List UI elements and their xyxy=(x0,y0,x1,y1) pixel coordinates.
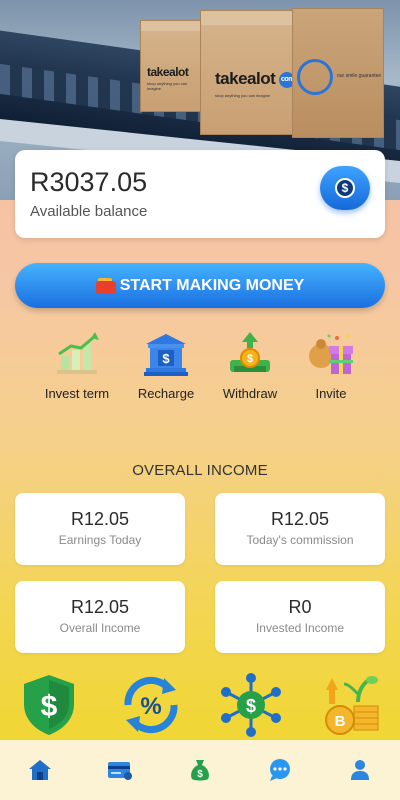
box-brand-small: takealot xyxy=(147,65,189,79)
balance-card: R3037.05 Available balance $ xyxy=(15,150,385,238)
action-recharge[interactable]: $ Recharge xyxy=(121,330,211,401)
svg-text:$: $ xyxy=(246,696,256,716)
svg-text:B: B xyxy=(335,713,346,730)
chat-icon xyxy=(270,759,290,781)
stat-label: Today's commission xyxy=(246,533,354,547)
box-brand-large: takealot com xyxy=(215,69,296,89)
nav-chat[interactable] xyxy=(260,750,300,790)
home-icon xyxy=(29,760,51,780)
nav-profile[interactable] xyxy=(340,750,380,790)
user-icon xyxy=(351,760,369,780)
action-label: Invite xyxy=(315,386,347,401)
stat-label: Overall Income xyxy=(59,621,141,635)
svg-text:$: $ xyxy=(162,351,170,366)
action-label: Withdraw xyxy=(222,386,278,401)
parcel-box-right: our smile guarantee xyxy=(292,8,384,138)
svg-text:$: $ xyxy=(197,769,203,780)
action-label: Invest term xyxy=(44,386,110,401)
start-button-label: START MAKING MONEY xyxy=(119,276,305,294)
balance-amount: R3037.05 xyxy=(30,167,148,197)
nav-card[interactable] xyxy=(100,750,140,790)
stat-value: R12.05 xyxy=(70,509,130,529)
gift-icon xyxy=(307,330,355,378)
money-bag-icon: $ xyxy=(191,760,209,781)
dollar-network-icon[interactable]: $ xyxy=(218,672,284,738)
box-tagline-large: shop anything you can imagine xyxy=(215,93,271,98)
stat-value: R0 xyxy=(288,597,312,617)
svg-text:$: $ xyxy=(247,353,253,365)
start-making-money-button[interactable]: START MAKING MONEY xyxy=(15,263,385,308)
stat-value: R12.05 xyxy=(270,509,330,529)
coin-button[interactable]: $ xyxy=(320,166,370,210)
action-withdraw[interactable]: $ Withdraw xyxy=(205,330,295,401)
action-invite[interactable]: Invite xyxy=(286,330,376,401)
feature-icons-row: $ % $ B xyxy=(0,672,400,738)
stat-earnings-today: R12.05 Earnings Today xyxy=(15,493,185,565)
money-withdraw-icon: $ xyxy=(226,330,274,378)
stat-label: Earnings Today xyxy=(58,533,142,547)
svg-text:%: % xyxy=(140,693,161,720)
balance-label: Available balance xyxy=(30,203,148,220)
action-label: Recharge xyxy=(137,386,195,401)
quick-actions: Invest term $ Recharge $ Withdraw Invite xyxy=(0,330,400,406)
parcel-box-small: takealot shop anything you can imagine xyxy=(140,20,203,112)
stat-todays-commission: R12.05 Today's commission xyxy=(215,493,385,565)
box-tagline-small: shop anything you can imagine xyxy=(147,81,188,91)
stat-value: R12.05 xyxy=(70,597,130,617)
shield-dollar-icon[interactable]: $ xyxy=(18,672,84,738)
coin-growth-icon[interactable]: B xyxy=(318,672,384,738)
nav-money[interactable]: $ xyxy=(180,750,220,790)
percent-refresh-icon[interactable]: % xyxy=(118,672,184,738)
stat-label: Invested Income xyxy=(255,621,345,635)
bottom-nav: $ xyxy=(0,740,400,800)
action-invest-term[interactable]: Invest term xyxy=(32,330,122,401)
card-icon xyxy=(108,762,132,780)
nav-home[interactable] xyxy=(20,750,60,790)
stat-overall-income: R12.05 Overall Income xyxy=(15,581,185,653)
bank-icon: $ xyxy=(142,330,190,378)
svg-text:$: $ xyxy=(41,690,58,723)
wallet-icon xyxy=(95,277,116,294)
stat-invested-income: R0 Invested Income xyxy=(215,581,385,653)
dollar-coin-icon: $ xyxy=(335,178,355,198)
bar-chart-growth-icon xyxy=(53,330,101,378)
guarantee-text: our smile guarantee xyxy=(337,73,382,79)
box-brand-text: takealot xyxy=(215,69,276,88)
overall-income-title: OVERALL INCOME xyxy=(132,462,268,479)
smile-logo-icon xyxy=(297,59,333,95)
